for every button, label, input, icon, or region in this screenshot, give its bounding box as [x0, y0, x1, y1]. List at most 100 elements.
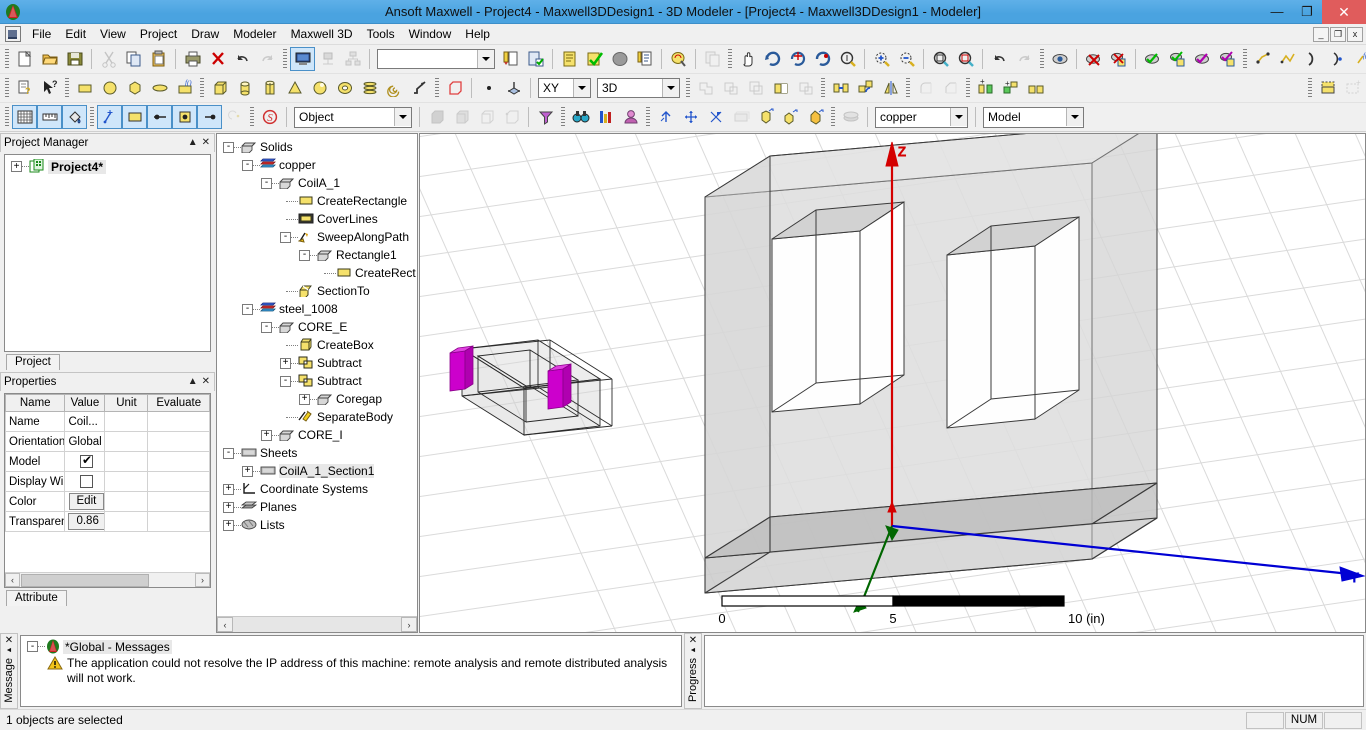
show-sheets-icon[interactable] — [1165, 47, 1190, 71]
expander-icon[interactable]: - — [27, 641, 38, 652]
mesh-icon[interactable] — [607, 47, 632, 71]
draw-plane-icon[interactable] — [501, 76, 526, 100]
draw-cone-icon[interactable] — [282, 76, 307, 100]
toolbar-grip[interactable] — [65, 78, 69, 98]
expander-icon[interactable]: + — [242, 465, 253, 477]
pan-icon[interactable] — [735, 47, 760, 71]
hide-unselected-icon[interactable] — [1106, 47, 1131, 71]
unite-icon[interactable] — [693, 76, 718, 100]
color-bar-icon[interactable] — [593, 105, 618, 129]
show-all-icon[interactable] — [1047, 47, 1072, 71]
mdi-close-button[interactable]: x — [1347, 26, 1363, 42]
scroll-track[interactable] — [233, 617, 401, 632]
move-face-icon[interactable] — [728, 105, 753, 129]
create-object-from-edge-icon[interactable]: + — [1340, 76, 1365, 100]
message-dock-tab[interactable]: ✕ ◄ Message — [0, 633, 18, 709]
draw-circle-icon[interactable] — [97, 76, 122, 100]
duplicate-along-line-icon[interactable] — [1023, 76, 1048, 100]
table-row[interactable]: Transparent 0.86 — [5, 511, 210, 532]
duplicate-around-axis-icon[interactable]: + — [998, 76, 1023, 100]
close-icon[interactable]: ✕ — [202, 377, 210, 387]
prop-value-cell[interactable] — [64, 451, 106, 472]
tree-node-subtract[interactable]: - Subtract — [217, 372, 417, 390]
message-window[interactable]: - *Global - Messages The application cou… — [20, 635, 682, 707]
whats-this-icon[interactable]: ? — [37, 76, 62, 100]
next-view-icon[interactable] — [1012, 47, 1037, 71]
paste-icon[interactable] — [146, 47, 171, 71]
new-icon[interactable] — [12, 47, 37, 71]
analyze-all-icon[interactable] — [557, 47, 582, 71]
zoom-in-icon[interactable] — [869, 47, 894, 71]
fillet-icon[interactable] — [913, 76, 938, 100]
remote-analysis-icon[interactable] — [315, 47, 340, 71]
select-edge-icon[interactable] — [474, 105, 499, 129]
move-icon[interactable] — [828, 76, 853, 100]
chamfer-icon[interactable] — [938, 76, 963, 100]
expander-icon[interactable]: - — [280, 231, 291, 243]
toolbar-grip[interactable] — [646, 107, 650, 127]
show-objects-icon[interactable] — [1140, 47, 1165, 71]
table-row[interactable]: Name Coil... — [5, 411, 210, 432]
collapse-icon[interactable]: ◄ — [6, 647, 13, 654]
chevron-down-icon[interactable] — [950, 108, 967, 126]
properties-hscrollbar[interactable]: ‹ › — [5, 572, 210, 587]
fit-selection-icon[interactable] — [953, 47, 978, 71]
tree-node-lists[interactable]: + Lists — [217, 516, 417, 534]
toolbar-grip[interactable] — [1308, 78, 1312, 98]
toolbar-grip[interactable] — [5, 107, 9, 127]
expander-icon[interactable]: - — [223, 447, 234, 459]
expander-icon[interactable]: - — [299, 249, 310, 261]
close-icon[interactable]: ✕ — [202, 138, 210, 148]
collapse-icon[interactable]: ◄ — [690, 647, 697, 654]
viewport-canvas[interactable]: Z Y 0 5 10 (in) — [420, 134, 1366, 632]
hide-selection-icon[interactable] — [1081, 47, 1106, 71]
undo-icon[interactable] — [230, 47, 255, 71]
maximize-button[interactable]: ❐ — [1292, 0, 1322, 24]
toolbar-grip[interactable] — [686, 78, 690, 98]
draw-regular-polygon-icon[interactable] — [122, 76, 147, 100]
tree-node-coordinate-systems[interactable]: + Coordinate Systems — [217, 480, 417, 498]
close-icon[interactable]: ✕ — [689, 636, 697, 646]
project-tree[interactable]: + Project4* — [4, 154, 211, 352]
progress-window[interactable] — [704, 635, 1364, 707]
table-row[interactable]: Model — [5, 451, 210, 472]
menu-window[interactable]: Window — [402, 25, 459, 43]
redo-icon[interactable] — [255, 47, 280, 71]
table-row[interactable]: Orientation Global — [5, 431, 210, 452]
snap-grid-icon[interactable] — [222, 105, 247, 129]
context-help-icon[interactable]: ? — [12, 76, 37, 100]
draw-equation-surface-icon[interactable]: f() — [172, 76, 197, 100]
expander-icon[interactable]: + — [280, 357, 291, 369]
toolbar-grip[interactable] — [5, 78, 9, 98]
save-icon[interactable] — [62, 47, 87, 71]
menu-view[interactable]: View — [93, 25, 133, 43]
select-mode-icon[interactable]: S — [257, 105, 282, 129]
rotate-icon[interactable] — [760, 47, 785, 71]
menu-edit[interactable]: Edit — [58, 25, 93, 43]
collapse-icon[interactable]: ▲ — [188, 377, 198, 387]
open-icon[interactable] — [37, 47, 62, 71]
toolbar-grip[interactable] — [1040, 49, 1044, 69]
expander-icon[interactable]: - — [261, 321, 272, 333]
tab-attribute[interactable]: Attribute — [6, 590, 67, 606]
scroll-thumb[interactable] — [21, 573, 149, 587]
menu-project[interactable]: Project — [133, 25, 184, 43]
report-icon[interactable] — [632, 47, 657, 71]
fit-all-icon[interactable] — [928, 47, 953, 71]
snap-face-center-icon[interactable] — [147, 105, 172, 129]
tree-node-coregap[interactable]: + Coregap — [217, 390, 417, 408]
tree-node-sheets[interactable]: - Sheets — [217, 444, 417, 462]
tree-node-createbox[interactable]: CreateBox — [217, 336, 417, 354]
expander-icon[interactable]: - — [242, 159, 253, 171]
transparent-value-button[interactable]: 0.86 — [68, 513, 104, 530]
tree-node-separatebody[interactable]: SeparateBody — [217, 408, 417, 426]
grid-plane-combo[interactable]: XY — [538, 78, 591, 98]
toolbar-grip[interactable] — [435, 78, 439, 98]
table-row[interactable]: Display Wi... — [5, 471, 210, 492]
toolbar-grip[interactable] — [728, 49, 732, 69]
tree-node-sectionto[interactable]: SectionTo — [217, 282, 417, 300]
measure-arc-icon[interactable] — [1300, 47, 1325, 71]
measure-icon[interactable] — [37, 105, 62, 129]
move-xyz-icon[interactable] — [653, 105, 678, 129]
cut-icon[interactable] — [96, 47, 121, 71]
